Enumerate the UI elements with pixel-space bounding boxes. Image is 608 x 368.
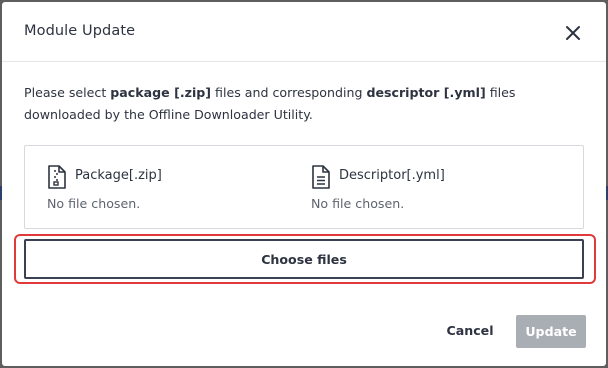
module-update-dialog: Module Update Please select package [.zi… [2,2,606,366]
update-button[interactable]: Update [516,315,586,348]
choose-files-button[interactable]: Choose files [24,239,584,279]
package-file-label: Package[.zip] [75,168,162,183]
close-icon[interactable] [562,22,584,44]
dialog-description: Please select package [.zip] files and c… [24,85,516,122]
selected-files-panel: Package[.zip] No file chosen. Descriptor… [24,145,584,229]
package-file-status: No file chosen. [47,196,141,211]
descriptor-file-status: No file chosen. [311,196,405,211]
zip-file-icon [47,165,67,193]
cancel-button[interactable]: Cancel [438,315,502,345]
dialog-header: Module Update [2,2,606,62]
document-file-icon [311,165,331,193]
dialog-title: Module Update [24,23,136,39]
descriptor-file-label: Descriptor[.yml] [339,168,445,183]
